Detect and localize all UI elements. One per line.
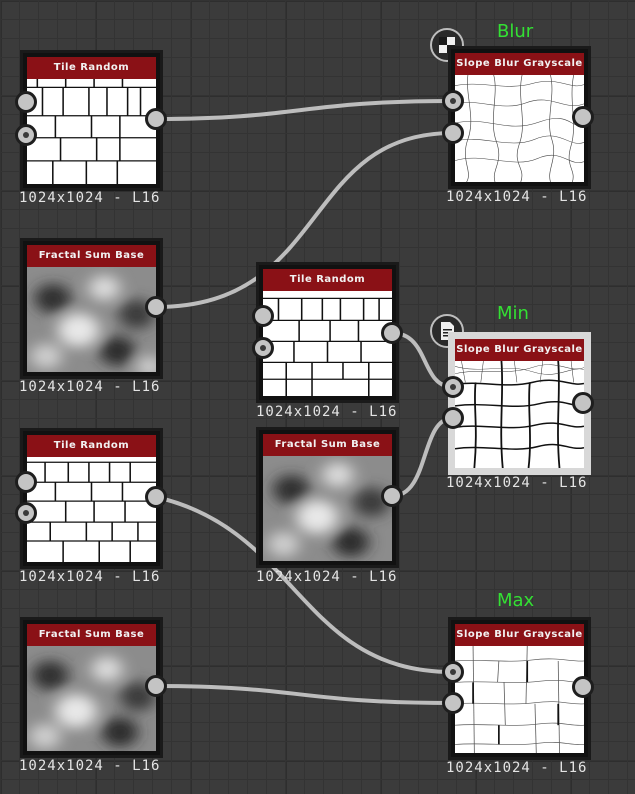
input-port[interactable] xyxy=(442,692,464,714)
node-title: Tile Random xyxy=(27,435,156,457)
node-resolution: 1024x1024 - L16 xyxy=(446,760,588,776)
tile-random-preview xyxy=(263,291,392,396)
tile-random-preview xyxy=(27,457,156,562)
output-port[interactable] xyxy=(145,296,167,318)
output-port[interactable] xyxy=(572,392,594,414)
node-tile-random-2[interactable]: Tile Random xyxy=(256,262,399,403)
output-port[interactable] xyxy=(572,106,594,128)
wire-tile1-to-blur xyxy=(154,99,455,121)
output-port[interactable] xyxy=(145,108,167,130)
node-slope-blur-min[interactable]: Slope Blur Grayscale xyxy=(448,332,591,475)
node-slope-blur-max[interactable]: Slope Blur Grayscale xyxy=(448,617,591,760)
input-port[interactable] xyxy=(252,337,274,359)
wire-fractal3-to-max xyxy=(154,684,455,705)
output-port[interactable] xyxy=(572,676,594,698)
node-resolution: 1024x1024 - L16 xyxy=(19,379,161,395)
output-port[interactable] xyxy=(381,485,403,507)
node-fractal-sum-1[interactable]: Fractal Sum Base xyxy=(20,238,163,379)
input-port[interactable] xyxy=(442,661,464,683)
comment-blur: Blur xyxy=(497,21,534,42)
node-title: Tile Random xyxy=(27,57,156,79)
slope-blur-preview xyxy=(455,646,584,753)
comment-max: Max xyxy=(497,590,535,611)
input-port[interactable] xyxy=(15,502,37,524)
node-title: Slope Blur Grayscale xyxy=(455,53,584,75)
input-port[interactable] xyxy=(15,471,37,493)
input-port[interactable] xyxy=(442,90,464,112)
node-resolution: 1024x1024 - L16 xyxy=(19,569,161,585)
input-port[interactable] xyxy=(15,91,37,113)
comment-min: Min xyxy=(497,303,529,324)
node-resolution: 1024x1024 - L16 xyxy=(446,189,588,205)
node-fractal-sum-2[interactable]: Fractal Sum Base xyxy=(256,427,399,568)
slope-blur-preview xyxy=(455,361,584,468)
tile-random-preview xyxy=(27,79,156,184)
node-title: Slope Blur Grayscale xyxy=(455,339,584,361)
node-title: Slope Blur Grayscale xyxy=(455,624,584,646)
fractal-sum-preview xyxy=(263,456,392,561)
input-port[interactable] xyxy=(442,407,464,429)
output-port[interactable] xyxy=(145,486,167,508)
node-resolution: 1024x1024 - L16 xyxy=(446,475,588,491)
output-port[interactable] xyxy=(145,675,167,697)
output-port[interactable] xyxy=(381,322,403,344)
node-resolution: 1024x1024 - L16 xyxy=(256,404,398,420)
node-title: Tile Random xyxy=(263,269,392,291)
node-resolution: 1024x1024 - L16 xyxy=(19,190,161,206)
input-port[interactable] xyxy=(15,124,37,146)
node-resolution: 1024x1024 - L16 xyxy=(19,758,161,774)
input-port[interactable] xyxy=(252,305,274,327)
wire-fractal2-to-min xyxy=(390,416,455,498)
node-tile-random-1[interactable]: Tile Random xyxy=(20,50,163,191)
fractal-sum-preview xyxy=(27,267,156,372)
node-slope-blur-blur[interactable]: Slope Blur Grayscale xyxy=(448,46,591,189)
fractal-sum-preview xyxy=(27,646,156,751)
input-port[interactable] xyxy=(442,122,464,144)
input-port[interactable] xyxy=(442,376,464,398)
node-tile-random-3[interactable]: Tile Random xyxy=(20,428,163,569)
node-title: Fractal Sum Base xyxy=(27,245,156,267)
slope-blur-preview xyxy=(455,75,584,182)
node-title: Fractal Sum Base xyxy=(27,624,156,646)
node-resolution: 1024x1024 - L16 xyxy=(256,569,398,585)
node-fractal-sum-3[interactable]: Fractal Sum Base xyxy=(20,617,163,758)
node-title: Fractal Sum Base xyxy=(263,434,392,456)
